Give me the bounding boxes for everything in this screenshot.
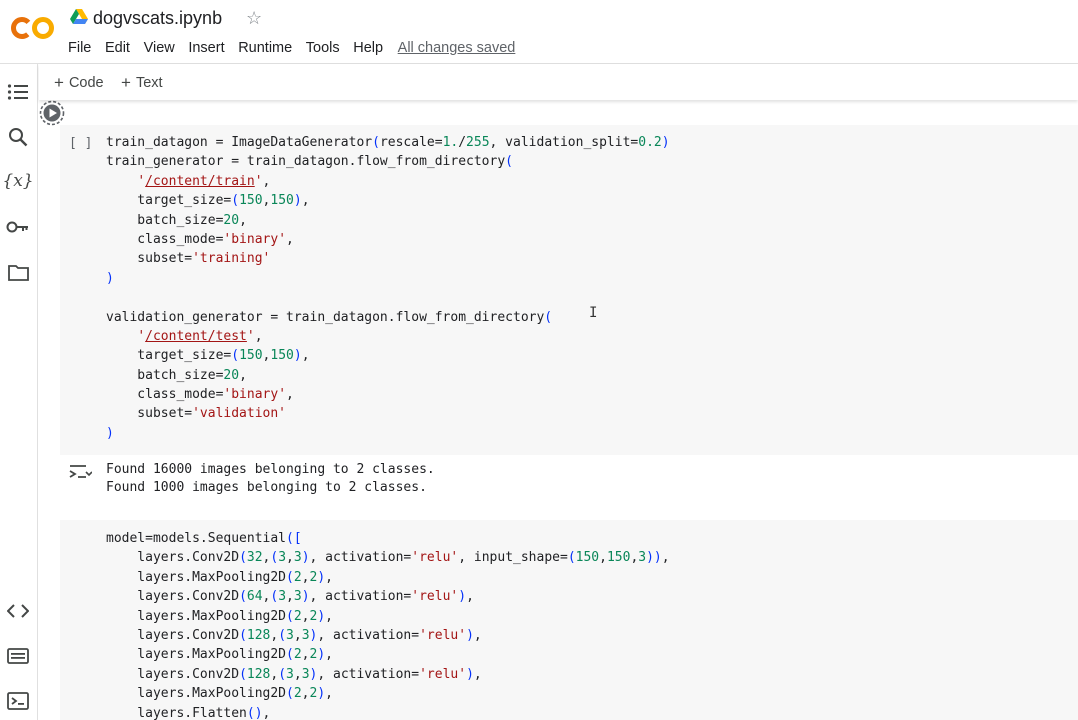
toc-icon[interactable] [6,80,30,104]
code-line: model=models.Sequential([ [106,531,302,546]
code-line: '/content/test', [137,328,263,344]
code-line: layers.MaxPooling2D(2,2), [106,686,333,702]
menu-tools[interactable]: Tools [306,39,340,57]
left-side-rail: {x} [0,64,38,720]
code-line: subset='training' [106,251,271,267]
notebook-header: dogvscats.ipynb ☆ File Edit View Insert … [0,0,1078,64]
notebook-content: [ ] train_datagon = ImageDataGenerator(r… [39,100,1078,720]
run-cell-button[interactable] [39,100,65,126]
menu-runtime[interactable]: Runtime [238,39,292,57]
code-line: layers.Conv2D(32,(3,3), activation='relu… [106,550,670,566]
menu-file[interactable]: File [68,39,91,57]
code-line: class_mode='binary', [106,231,294,247]
code-line: layers.MaxPooling2D(2,2), [106,647,333,663]
code-line: validation_generator = train_datagon.flo… [106,309,553,325]
search-icon[interactable] [6,125,30,149]
folder-icon[interactable] [6,260,30,284]
menu-edit[interactable]: Edit [105,39,130,57]
add-code-button[interactable]: + Code [54,73,104,92]
code-line: layers.Conv2D(64,(3,3), activation='relu… [106,589,474,605]
code-line: subset='validation' [106,406,287,422]
menu-bar: File Edit View Insert Runtime Tools Help… [68,39,515,57]
code-line: train_generator = train_datagon.flow_fro… [106,154,513,170]
menu-help[interactable]: Help [353,39,383,57]
code-line: layers.Conv2D(128,(3,3), activation='rel… [106,666,482,682]
plus-icon: + [121,73,131,92]
code-line: '/content/train', [137,173,271,189]
code-line: class_mode='binary', [106,387,294,403]
terminal-icon[interactable] [6,689,30,713]
google-drive-icon[interactable] [70,9,88,25]
notebook-toolbar: + Code + Text [39,64,1078,100]
cell-code-editor[interactable]: model=models.Sequential([ layers.Conv2D(… [106,529,670,720]
text-cursor-icon: I [589,305,598,321]
code-line: layers.Flatten(), [106,705,271,720]
plus-icon: + [54,73,64,92]
output-line: Found 16000 images belonging to 2 classe… [106,462,435,477]
command-palette-icon[interactable] [6,644,30,668]
code-line: layers.MaxPooling2D(2,2), [106,569,333,585]
code-line: target_size=(150,150), [106,193,310,209]
output-line: Found 1000 images belonging to 2 classes… [106,479,427,495]
notebook-title[interactable]: dogvscats.ipynb [93,8,222,29]
star-icon[interactable]: ☆ [246,8,262,28]
secrets-key-icon[interactable] [6,215,30,239]
cell-run-indicator[interactable]: [ ] [69,136,92,151]
code-line: layers.MaxPooling2D(2,2), [106,608,333,624]
save-status-link[interactable]: All changes saved [398,39,516,57]
menu-insert[interactable]: Insert [188,39,224,57]
menu-view[interactable]: View [144,39,175,57]
add-text-button[interactable]: + Text [121,73,163,92]
cell-output: Found 16000 images belonging to 2 classe… [106,461,435,496]
code-line: train_datagon = ImageDataGenerator(resca… [106,135,670,150]
code-line: layers.Conv2D(128,(3,3), activation='rel… [106,627,482,643]
code-line: ) [106,270,114,286]
colab-logo[interactable] [10,12,56,44]
code-line: batch_size=20, [106,212,247,228]
variables-icon[interactable]: {x} [2,169,33,193]
code-line: ) [106,425,114,441]
code-line: batch_size=20, [106,367,247,383]
code-line: target_size=(150,150), [106,348,310,364]
code-snippets-icon[interactable] [6,599,30,623]
cell-code-editor[interactable]: train_datagon = ImageDataGenerator(resca… [106,133,670,443]
output-toggle-icon[interactable] [68,462,92,482]
